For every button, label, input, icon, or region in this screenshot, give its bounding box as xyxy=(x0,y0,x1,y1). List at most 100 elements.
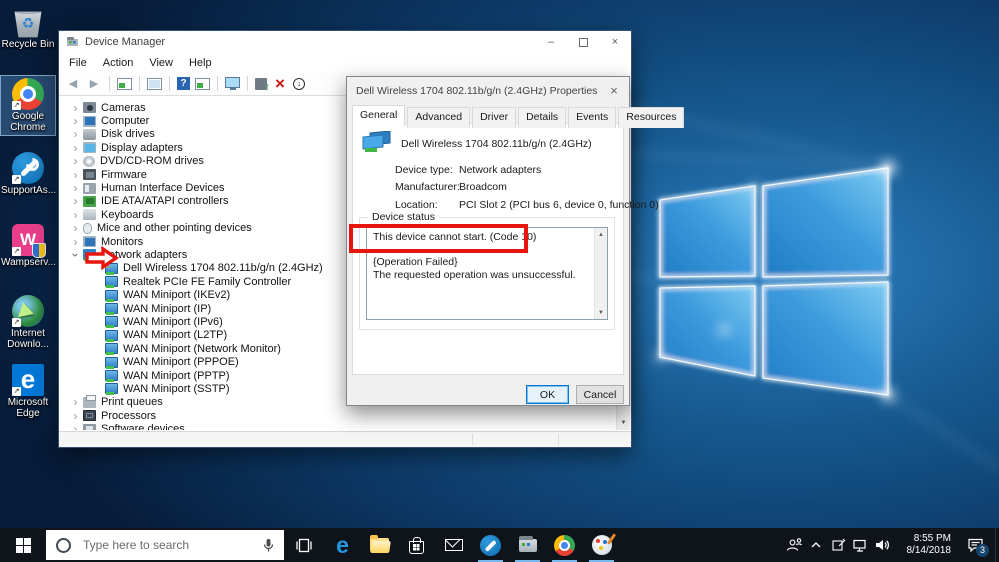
menubar: File Action View Help xyxy=(59,53,631,72)
chevron-icon[interactable]: › xyxy=(69,396,82,408)
desktop: Recycle Bin ↗ Google Chrome ↗ SupportAs.… xyxy=(0,0,999,562)
taskbar-device-manager[interactable] xyxy=(509,528,546,562)
tray-time: 8:55 PM xyxy=(913,533,951,544)
desktop-icon-microsoft-edge[interactable]: ↗ Microsoft Edge xyxy=(1,362,55,421)
network-card-icon xyxy=(105,356,118,369)
maximize-button[interactable] xyxy=(567,31,599,53)
taskbar-paint[interactable] xyxy=(583,528,620,562)
chevron-icon[interactable]: › xyxy=(69,155,82,167)
show-console-tree-icon[interactable] xyxy=(117,77,132,90)
chevron-icon[interactable]: › xyxy=(69,128,82,140)
taskbar-search[interactable] xyxy=(46,530,284,560)
back-icon[interactable] xyxy=(65,76,81,91)
location-label: Location: xyxy=(395,199,438,211)
scroll-down-icon[interactable]: ▼ xyxy=(617,416,630,430)
microsoft-edge-icon: ↗ xyxy=(12,364,44,396)
forward-icon[interactable] xyxy=(86,76,102,91)
computer-icon xyxy=(83,115,96,127)
chevron-icon[interactable]: › xyxy=(69,209,82,221)
tree-row-label: WAN Miniport (PPPOE) xyxy=(123,356,239,369)
tab-events[interactable]: Events xyxy=(568,107,617,128)
chevron-icon[interactable]: › xyxy=(69,410,82,422)
task-view-button[interactable] xyxy=(284,528,324,562)
chevron-icon[interactable]: › xyxy=(69,169,82,181)
tree-row[interactable]: › Processors xyxy=(59,409,616,422)
desktop-icon-label: Internet Downlo... xyxy=(7,328,49,350)
network-card-icon xyxy=(105,316,118,329)
chevron-icon[interactable]: › xyxy=(69,102,82,114)
scroll-down-icon[interactable]: ▼ xyxy=(595,306,607,319)
dialog-titlebar[interactable]: Dell Wireless 1704 802.11b/g/n (2.4GHz) … xyxy=(347,77,629,104)
ok-button[interactable]: OK xyxy=(526,385,569,404)
desktop-icon-label: Recycle Bin xyxy=(1,39,55,50)
people-icon[interactable] xyxy=(783,528,805,562)
tab-advanced[interactable]: Advanced xyxy=(407,107,471,128)
start-button[interactable] xyxy=(0,528,46,562)
windows-ink-icon[interactable] xyxy=(827,528,849,562)
menu-file[interactable]: File xyxy=(61,55,95,71)
toolbar-separator xyxy=(217,76,218,91)
dialog-close-icon[interactable]: × xyxy=(599,77,629,104)
taskbar-chrome[interactable] xyxy=(546,528,583,562)
close-button[interactable]: × xyxy=(599,31,631,53)
disable-icon[interactable] xyxy=(293,77,305,90)
chevron-icon[interactable]: › xyxy=(69,222,82,234)
tab-resources[interactable]: Resources xyxy=(618,107,685,128)
show-desktop-strip[interactable] xyxy=(995,528,999,562)
tab-driver[interactable]: Driver xyxy=(472,107,517,128)
shortcut-arrow-icon: ↗ xyxy=(12,318,21,327)
chevron-icon[interactable]: › xyxy=(69,423,82,430)
tab-general[interactable]: General xyxy=(352,105,406,126)
microphone-icon[interactable] xyxy=(263,538,274,553)
scroll-up-icon[interactable]: ▲ xyxy=(595,228,607,241)
tab-details[interactable]: Details xyxy=(518,107,567,128)
properties-icon[interactable] xyxy=(147,77,162,90)
tree-row-label: Software devices xyxy=(101,423,185,430)
taskbar-edge[interactable] xyxy=(324,528,361,562)
menu-help[interactable]: Help xyxy=(181,55,220,71)
chevron-icon[interactable]: › xyxy=(69,195,82,207)
network-card-icon xyxy=(105,370,118,382)
disk-icon xyxy=(83,128,96,140)
network-icon[interactable] xyxy=(849,528,871,562)
desktop-icon-supportassist[interactable]: ↗ SupportAs... xyxy=(1,150,56,198)
window-title: Device Manager xyxy=(85,36,166,48)
search-input[interactable] xyxy=(83,538,263,552)
clock[interactable]: 8:55 PM 8/14/2018 xyxy=(893,533,955,557)
cancel-button[interactable]: Cancel xyxy=(576,385,624,404)
scan-hardware-icon[interactable] xyxy=(225,77,240,90)
manufacturer-label: Manufacturer: xyxy=(395,181,460,193)
minimize-button[interactable]: – xyxy=(535,31,567,53)
menu-action[interactable]: Action xyxy=(95,55,142,71)
taskbar-supportassist[interactable] xyxy=(472,528,509,562)
export-list-icon[interactable] xyxy=(195,77,210,90)
statusbar-divider xyxy=(472,434,473,445)
help-icon[interactable] xyxy=(177,77,190,90)
tree-row-label: Processors xyxy=(101,409,157,422)
desktop-icon-internet-download-manager[interactable]: ↗ Internet Downlo... xyxy=(1,293,55,352)
network-card-icon xyxy=(105,303,118,316)
chevron-icon[interactable]: › xyxy=(69,115,82,127)
desktop-icon-recycle-bin[interactable]: Recycle Bin xyxy=(1,4,55,52)
tree-row[interactable]: › Software devices xyxy=(59,422,616,430)
update-driver-icon[interactable] xyxy=(255,77,270,93)
device-manager-titlebar[interactable]: Device Manager – × xyxy=(59,31,631,53)
desktop-icon-wampserver[interactable]: ↗ Wampserv... xyxy=(1,222,56,270)
chevron-icon[interactable]: › xyxy=(69,142,82,154)
menu-view[interactable]: View xyxy=(141,55,181,71)
chevron-icon[interactable]: › xyxy=(69,236,82,248)
taskbar-file-explorer[interactable] xyxy=(361,528,398,562)
taskbar-mail[interactable] xyxy=(435,528,472,562)
status-scrollbar[interactable]: ▲ ▼ xyxy=(594,228,607,319)
tree-row-label: Realtek PCIe FE Family Controller xyxy=(123,275,292,288)
volume-icon[interactable] xyxy=(871,528,893,562)
chevron-icon[interactable]: › xyxy=(69,182,82,194)
camera-icon xyxy=(83,102,96,114)
taskbar-store[interactable] xyxy=(398,528,435,562)
tree-row-label: WAN Miniport (PPTP) xyxy=(123,369,230,382)
chevron-icon[interactable]: › xyxy=(69,248,83,261)
desktop-icon-google-chrome[interactable]: ↗ Google Chrome xyxy=(0,75,56,136)
chevron-up-icon[interactable] xyxy=(805,528,827,562)
uninstall-icon[interactable] xyxy=(272,76,288,91)
action-center-button[interactable]: 3 xyxy=(955,528,995,562)
